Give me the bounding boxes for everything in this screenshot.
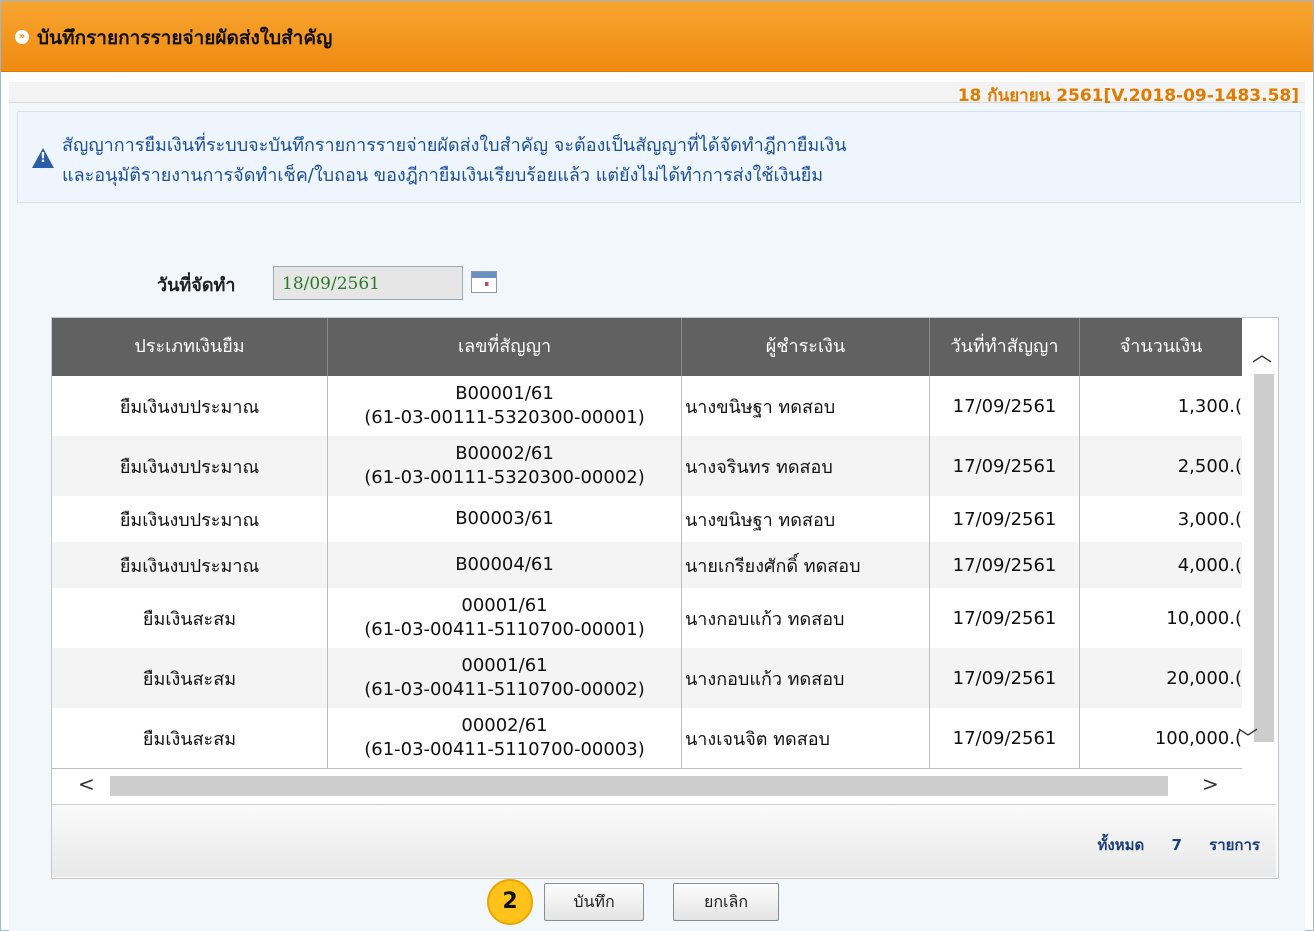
notice-line-2: และอนุมัติรายงานการจัดทำเช็ค/ใบถอน ของฎี… (62, 165, 824, 186)
contract-no-text: B00003/61 (455, 508, 554, 529)
cell-loan-type: ยืมเงินงบประมาณ (52, 376, 328, 436)
cell-loan-type: ยืมเงินงบประมาณ (52, 496, 328, 542)
header-amount[interactable]: จำนวนเงิน (1080, 318, 1242, 376)
cell-payer: นางกอบแก้ว ทดสอบ (682, 648, 930, 708)
date-value: 18/09/2561 (282, 274, 380, 294)
contract-ref-text: (61-03-00411-5110700-00001) (364, 619, 645, 640)
cell-contract-no: B00002/61 (61-03-00111-5320300-00002) (328, 436, 682, 496)
main-window: » บันทึกรายการรายจ่ายผัดส่งใบสำคัญ 18 กั… (0, 0, 1314, 931)
spacer (9, 72, 1305, 82)
cancel-button[interactable]: ยกเลิก (673, 883, 779, 921)
cell-contract-no: 00001/61 (61-03-00411-5110700-00002) (328, 648, 682, 708)
cell-contract-no: B00004/61 (328, 542, 682, 588)
content-area: ! สัญญาการยืมเงินที่ระบบจะบันทึกรายการรา… (9, 103, 1305, 931)
cell-contract-no: B00003/61 (328, 496, 682, 542)
horizontal-scrollbar[interactable]: < > (52, 770, 1276, 800)
cell-contract-date: 17/09/2561 (930, 648, 1080, 708)
cell-amount: 1,300.( (1177, 395, 1242, 417)
cell-contract-no: 00002/61 (61-03-00411-5110700-00003) (328, 708, 682, 768)
scroll-down-icon[interactable]: ﹀ (1238, 722, 1258, 751)
cell-amount: 20,000.( (1166, 667, 1242, 689)
cell-amount: 4,000.( (1177, 554, 1242, 576)
cell-contract-no: B00001/61 (61-03-00111-5320300-00001) (328, 376, 682, 436)
contract-no-text: B00004/61 (455, 554, 554, 575)
contract-ref-text: (61-03-00411-5110700-00003) (364, 739, 645, 760)
contract-ref-text: (61-03-00411-5110700-00002) (364, 679, 645, 700)
contract-no-text: 00002/61 (461, 715, 548, 736)
title-bullet-icon: » (15, 30, 29, 44)
table-row[interactable]: ยืมเงินงบประมาณ B00001/61 (61-03-00111-532… (52, 376, 1242, 437)
header-contract-date[interactable]: วันที่ทำสัญญา (930, 318, 1080, 376)
loan-table: ประเภทเงินยืม เลขที่สัญญา ผู้ชำระเงิน วั… (51, 317, 1279, 879)
vertical-scroll-thumb[interactable] (1254, 374, 1274, 742)
contract-no-text: 00001/61 (461, 655, 548, 676)
cell-contract-no: 00001/61 (61-03-00411-5110700-00001) (328, 588, 682, 648)
vertical-scrollbar[interactable]: ︿ ﹀ (1238, 318, 1276, 768)
cell-contract-date: 17/09/2561 (930, 588, 1080, 648)
cell-payer: นางขนิษฐา ทดสอบ (682, 496, 930, 542)
table-row[interactable]: ยืมเงินงบประมาณ B00004/61 นายเกรียงศักดิ์ … (52, 542, 1242, 589)
cell-amount: 3,000.( (1177, 508, 1242, 530)
total-count: ทั้งหมด 7 รายการ (1098, 833, 1260, 857)
title-bar: » บันทึกรายการรายจ่ายผัดส่งใบสำคัญ (1, 1, 1313, 72)
cell-loan-type: ยืมเงินงบประมาณ (52, 436, 328, 496)
notice-line-1: สัญญาการยืมเงินที่ระบบจะบันทึกรายการรายจ… (62, 135, 847, 156)
cell-amount: 10,000.( (1166, 607, 1242, 629)
table-row[interactable]: ยืมเงินงบประมาณ B00002/61 (61-03-00111-532… (52, 436, 1242, 497)
cell-contract-date: 17/09/2561 (930, 436, 1080, 496)
cell-loan-type: ยืมเงินสะสม (52, 708, 328, 768)
step-badge: 2 (487, 879, 533, 925)
cell-contract-date: 17/09/2561 (930, 496, 1080, 542)
cell-payer: นางขนิษฐา ทดสอบ (682, 376, 930, 436)
cell-contract-date: 17/09/2561 (930, 542, 1080, 588)
notice-box: ! สัญญาการยืมเงินที่ระบบจะบันทึกรายการรา… (17, 111, 1301, 203)
header-loan-type[interactable]: ประเภทเงินยืม (52, 318, 328, 376)
warning-mark: ! (40, 151, 46, 166)
horizontal-scroll-thumb[interactable] (110, 776, 1168, 796)
table-row[interactable]: ยืมเงินงบประมาณ B00003/61 นางขนิษฐา ทดสอบ 1… (52, 496, 1242, 543)
cell-loan-type: ยืมเงินสะสม (52, 648, 328, 708)
cell-payer: นางเจนจิต ทดสอบ (682, 708, 930, 768)
page-title: บันทึกรายการรายจ่ายผัดส่งใบสำคัญ (37, 27, 333, 49)
cell-payer: นางกอบแก้ว ทดสอบ (682, 588, 930, 648)
table-row[interactable]: ยืมเงินสะสม 00001/61 (61-03-00411-5110700-… (52, 648, 1242, 709)
header-contract-no[interactable]: เลขที่สัญญา (328, 318, 682, 376)
contract-ref-text: (61-03-00111-5320300-00001) (364, 407, 645, 428)
scroll-left-icon[interactable]: < (78, 772, 95, 796)
contract-no-text: B00001/61 (455, 383, 554, 404)
version-bar: 18 กันยายน 2561[V.2018-09-1483.58] (9, 82, 1305, 106)
total-label: ทั้งหมด (1097, 836, 1145, 854)
cell-loan-type: ยืมเงินงบประมาณ (52, 542, 328, 588)
cell-payer: นายเกรียงศักดิ์ ทดสอบ (682, 542, 930, 588)
save-button[interactable]: บันทึก (544, 883, 644, 921)
cell-loan-type: ยืมเงินสะสม (52, 588, 328, 648)
cell-contract-date: 17/09/2561 (930, 376, 1080, 436)
cell-payer: นางจรินทร ทดสอบ (682, 436, 930, 496)
table-row[interactable]: ยืมเงินสะสม 00001/61 (61-03-00411-5110700-… (52, 588, 1242, 649)
total-number: 7 (1171, 836, 1182, 854)
cell-contract-date: 17/09/2561 (930, 708, 1080, 768)
scroll-right-icon[interactable]: > (1202, 772, 1219, 796)
date-input[interactable]: 18/09/2561 (273, 266, 463, 300)
contract-no-text: B00002/61 (455, 443, 554, 464)
cell-amount: 100,000.( (1154, 727, 1242, 749)
header-payer[interactable]: ผู้ชำระเงิน (682, 318, 930, 376)
table-row[interactable]: ยืมเงินสะสม 00002/61 (61-03-00411-5110700-… (52, 708, 1242, 769)
table-header: ประเภทเงินยืม เลขที่สัญญา ผู้ชำระเงิน วั… (52, 318, 1242, 376)
calendar-icon[interactable] (471, 271, 497, 293)
contract-ref-text: (61-03-00111-5320300-00002) (364, 467, 645, 488)
date-label: วันที่จัดทำ (157, 275, 236, 296)
contract-no-text: 00001/61 (461, 595, 548, 616)
scroll-up-icon[interactable]: ︿ (1252, 338, 1272, 367)
total-unit: รายการ (1209, 836, 1260, 854)
cell-amount: 2,500.( (1177, 455, 1242, 477)
table-footer: ทั้งหมด 7 รายการ (52, 804, 1276, 877)
